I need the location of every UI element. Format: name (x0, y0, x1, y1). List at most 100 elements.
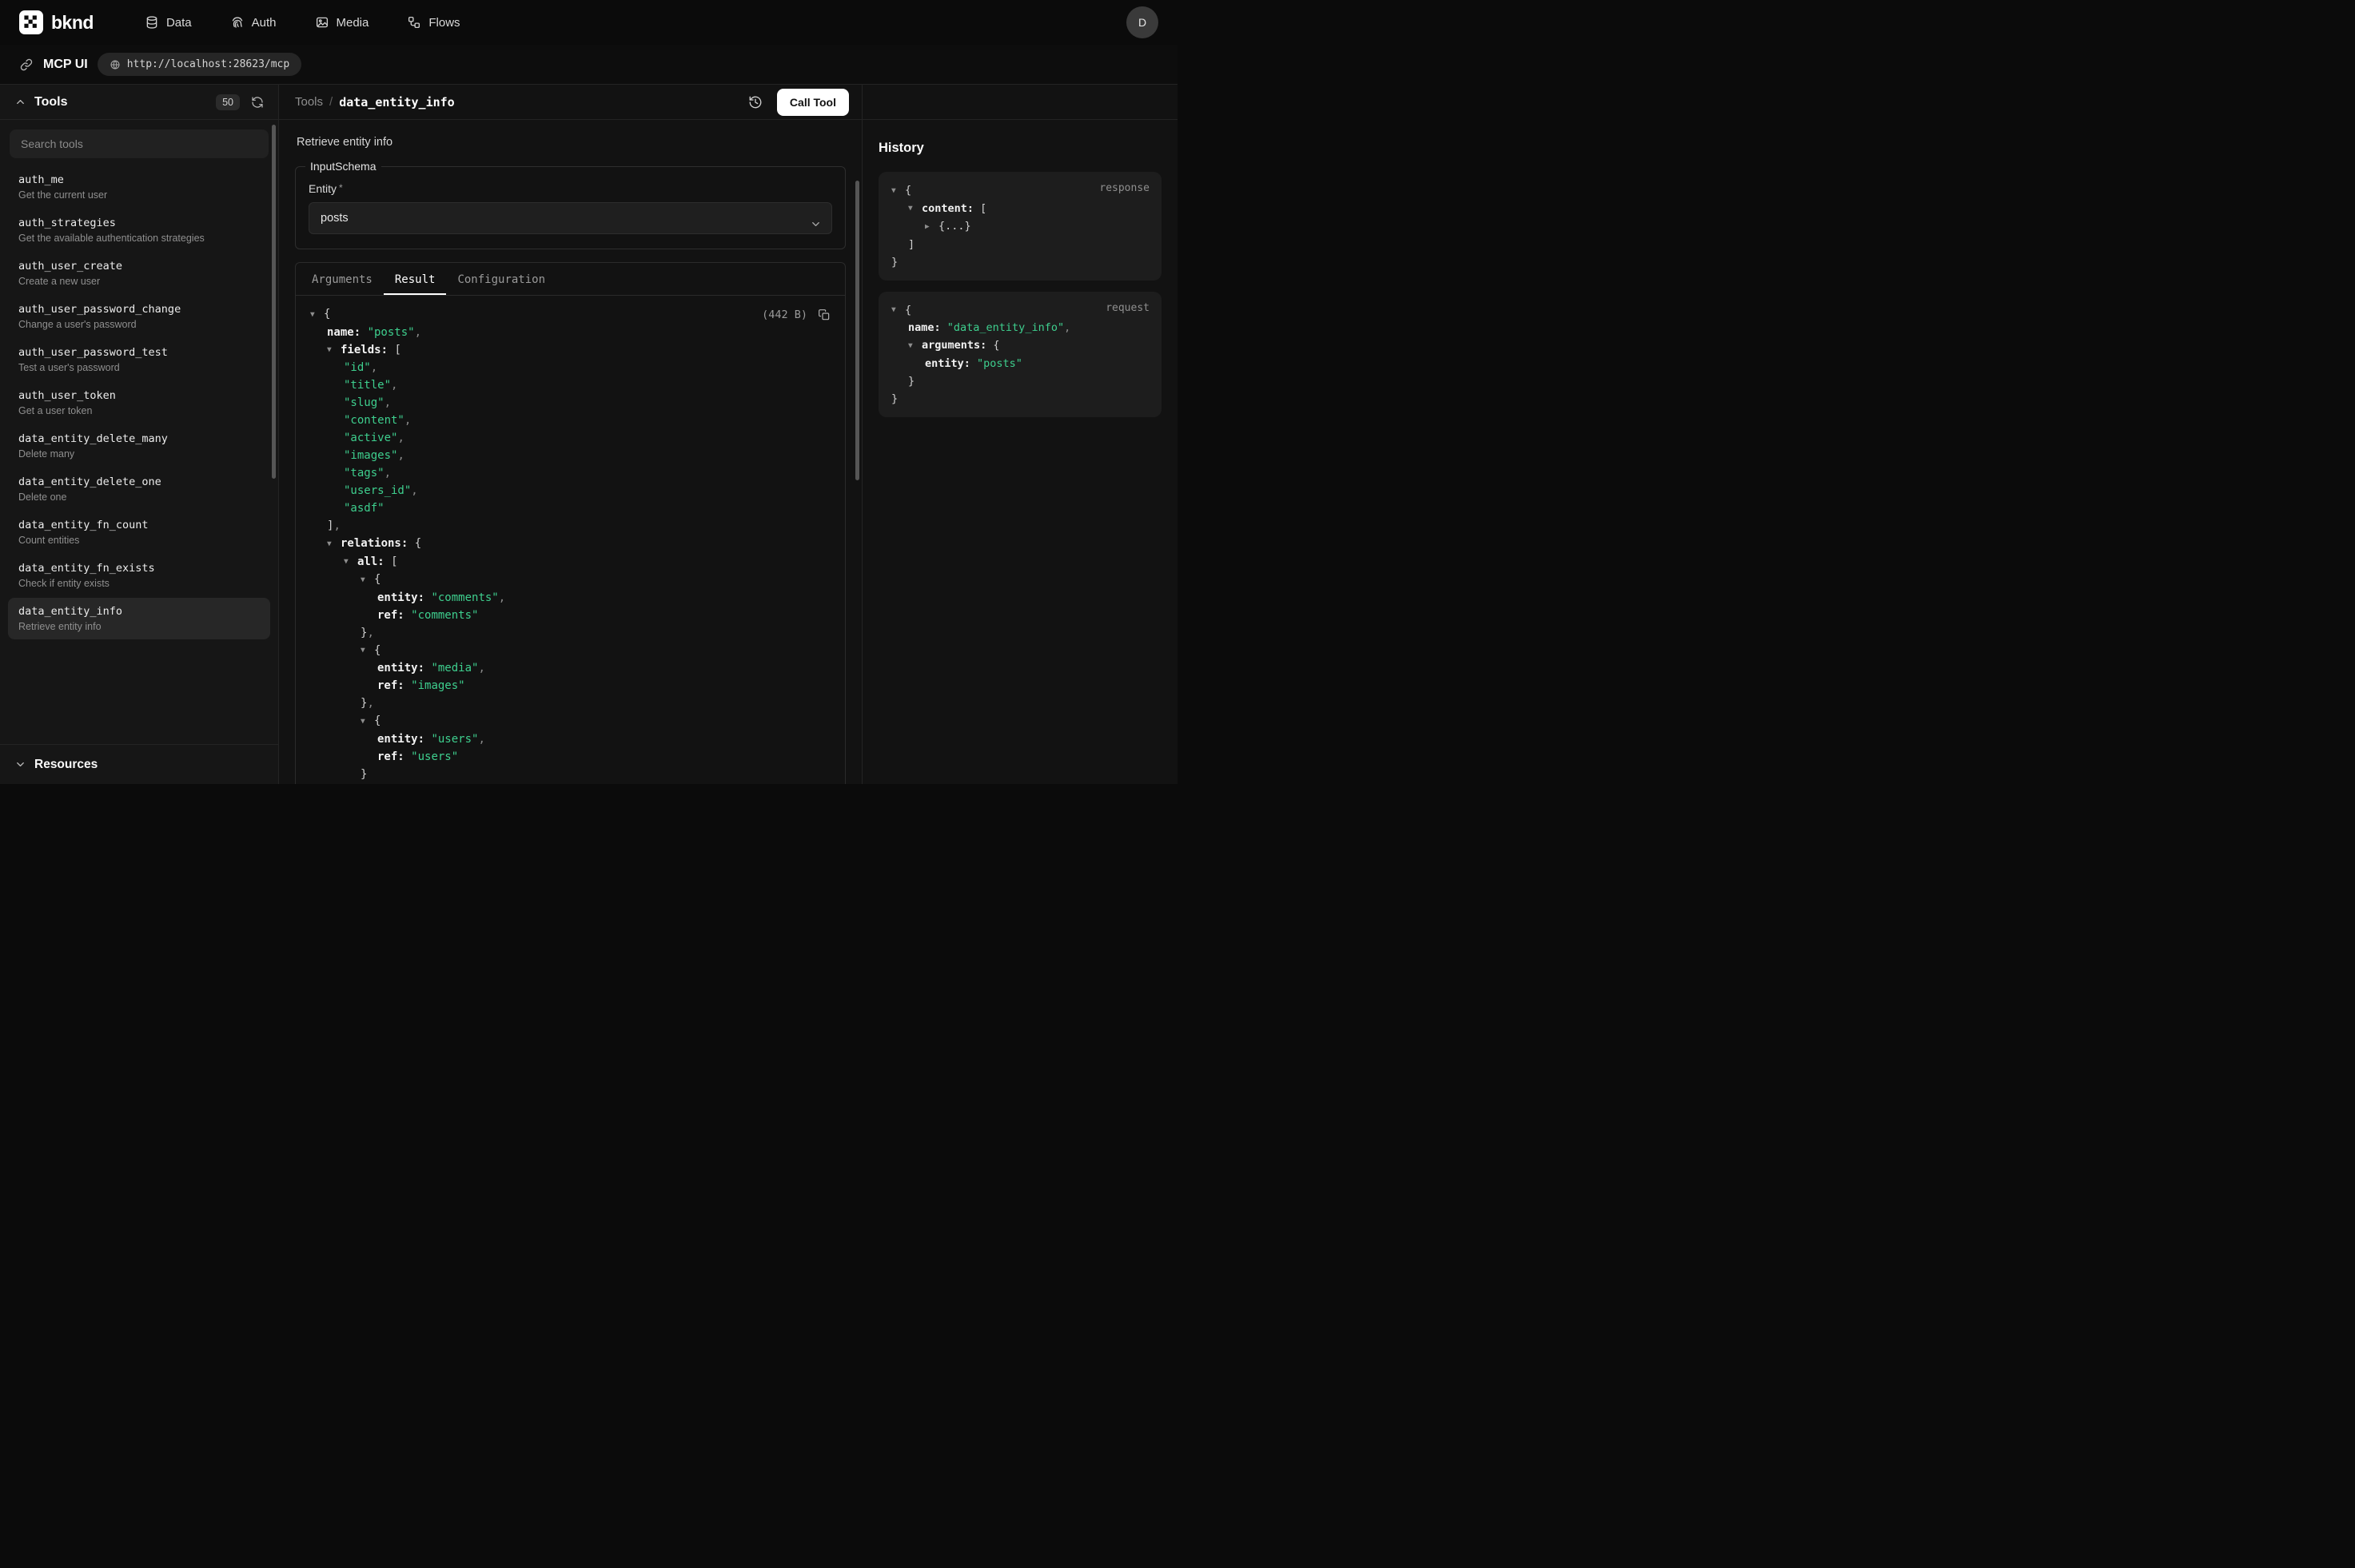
tree-toggle-icon[interactable]: ▼ (344, 553, 357, 571)
tool-name: auth_me (18, 173, 260, 186)
tool-list-item[interactable]: auth_user_password_test Test a user's pa… (8, 339, 270, 380)
result-tabs: Arguments Result Configuration (296, 263, 845, 296)
code-token: , (385, 396, 391, 409)
history-button[interactable] (745, 92, 766, 113)
tool-list-item[interactable]: data_entity_info Retrieve entity info (8, 598, 270, 639)
tool-name: data_entity_fn_exists (18, 562, 260, 575)
tree-toggle-icon[interactable]: ▼ (361, 713, 374, 730)
tool-list-item[interactable]: auth_user_token Get a user token (8, 382, 270, 424)
refresh-icon (251, 96, 264, 109)
refresh-button[interactable] (248, 92, 267, 111)
nav-item-auth[interactable]: Auth (230, 15, 277, 30)
code-line: ▼all: [ (309, 553, 832, 571)
user-avatar[interactable]: D (1126, 6, 1158, 38)
tool-list-item[interactable]: auth_user_create Create a new user (8, 253, 270, 294)
code-line: "asdf" (309, 499, 832, 517)
main-scrollbar[interactable] (855, 181, 859, 480)
code-line: ref: "comments" (309, 607, 832, 624)
brand-name: bknd (51, 12, 94, 34)
tools-section-header[interactable]: Tools 50 (0, 85, 278, 120)
nav-label: Data (166, 16, 192, 30)
tree-toggle-icon[interactable]: ▶ (925, 218, 938, 236)
tool-list: auth_me Get the current user auth_strate… (0, 163, 278, 744)
code-token: , (391, 379, 397, 392)
code-token: entity: (377, 591, 431, 604)
history-card-type-label: response (1099, 182, 1150, 194)
tools-title: Tools (34, 95, 67, 109)
code-token: , (1064, 321, 1070, 334)
tree-toggle-icon[interactable]: ▼ (908, 200, 922, 217)
sidebar-scrollbar[interactable] (272, 125, 276, 479)
tab-result[interactable]: Result (384, 263, 447, 295)
code-token: arguments: (922, 339, 993, 352)
search-input[interactable] (10, 129, 269, 158)
history-title: History (879, 141, 1162, 156)
mcp-url-chip[interactable]: http://localhost:28623/mcp (98, 53, 302, 76)
tool-list-item[interactable]: data_entity_delete_one Delete one (8, 468, 270, 510)
nav-item-media[interactable]: Media (315, 15, 369, 30)
code-token: , (411, 484, 417, 497)
code-line: ▼relations: { (309, 535, 832, 553)
tool-name: data_entity_info (18, 605, 260, 618)
code-line: ] (890, 236, 1150, 253)
code-token: , (333, 519, 340, 532)
tool-description: Retrieve entity info (18, 621, 260, 632)
code-token: , (478, 662, 484, 675)
code-token: , (371, 361, 377, 374)
code-token: [ (394, 344, 400, 356)
tree-toggle-icon[interactable]: ▼ (327, 535, 341, 553)
tab-arguments[interactable]: Arguments (301, 263, 384, 295)
code-line: entity: "comments", (309, 589, 832, 607)
history-icon (748, 95, 763, 109)
code-line: ▼arguments: { (890, 336, 1150, 355)
chevron-down-icon[interactable] (14, 758, 26, 770)
tree-toggle-icon[interactable]: ▼ (310, 306, 324, 324)
tree-toggle-icon[interactable]: ▼ (891, 301, 905, 319)
nav-item-data[interactable]: Data (145, 15, 192, 30)
code-token: , (415, 326, 421, 339)
tree-toggle-icon[interactable]: ▼ (891, 182, 905, 200)
code-token: entity: (925, 357, 977, 370)
result-size-label: (442 B) (762, 308, 807, 321)
tree-toggle-icon[interactable]: ▼ (908, 337, 922, 355)
call-tool-button[interactable]: Call Tool (777, 89, 849, 116)
code-token: "images" (411, 679, 464, 692)
code-token: { (415, 537, 421, 550)
code-token: "title" (344, 379, 391, 392)
entity-select[interactable]: posts (309, 202, 832, 234)
history-card-request[interactable]: request ▼{name: "data_entity_info",▼argu… (879, 292, 1162, 417)
code-token: ref: (377, 750, 411, 763)
tool-list-item[interactable]: auth_strategies Get the available authen… (8, 209, 270, 251)
resources-title: Resources (34, 758, 98, 772)
code-token: , (478, 733, 484, 746)
tool-list-item[interactable]: data_entity_delete_many Delete many (8, 425, 270, 467)
code-line: "tags", (309, 464, 832, 482)
code-line: "content", (309, 412, 832, 429)
tab-configuration[interactable]: Configuration (446, 263, 556, 295)
tool-name: auth_user_password_test (18, 346, 260, 359)
tool-list-item[interactable]: auth_user_password_change Change a user'… (8, 296, 270, 337)
copy-icon (818, 308, 831, 321)
tool-name: data_entity_delete_many (18, 432, 260, 445)
tree-toggle-icon[interactable]: ▼ (361, 642, 374, 659)
tool-list-item[interactable]: auth_me Get the current user (8, 166, 270, 208)
code-line: } (890, 390, 1150, 408)
code-token: , (397, 432, 404, 444)
bknd-logo-icon[interactable] (19, 10, 43, 34)
code-token: name: (327, 326, 368, 339)
tool-list-item[interactable]: data_entity_fn_count Count entities (8, 511, 270, 553)
code-line: } (890, 253, 1150, 271)
nav-item-flows[interactable]: Flows (407, 15, 460, 30)
resources-section-header[interactable]: Resources (0, 744, 278, 784)
tree-toggle-icon[interactable]: ▼ (361, 571, 374, 589)
breadcrumb-section[interactable]: Tools (295, 95, 323, 109)
code-token: "posts" (368, 326, 415, 339)
chevron-up-icon[interactable] (14, 96, 26, 108)
tool-list-item[interactable]: data_entity_fn_exists Check if entity ex… (8, 555, 270, 596)
history-card-response[interactable]: response ▼{▼content: [▶{...}]} (879, 172, 1162, 281)
code-line: }, (309, 624, 832, 642)
tree-toggle-icon[interactable]: ▼ (327, 341, 341, 359)
tool-description: Get a user token (18, 405, 260, 416)
copy-button[interactable] (816, 307, 832, 323)
tools-sidebar: Tools 50 auth_me Get the current user au… (0, 85, 279, 784)
